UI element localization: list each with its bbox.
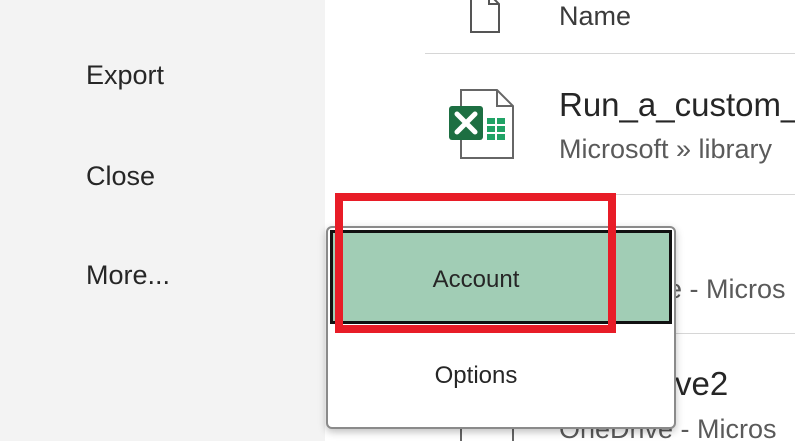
menu-item-options[interactable]: Options	[328, 328, 674, 424]
sidebar-item-close[interactable]: Close	[86, 160, 155, 192]
file-name: Run_a_custom_	[559, 86, 795, 123]
more-menu-popup: Account Options	[326, 226, 676, 429]
file-location: Microsoft » library	[559, 134, 773, 164]
file-name: ve2	[675, 365, 729, 402]
file-location: e - Micros	[667, 274, 786, 304]
column-header-name[interactable]: Name	[559, 0, 631, 32]
excel-file-icon	[449, 89, 514, 159]
header-divider	[425, 53, 795, 54]
backstage-sidebar: Export Close More...	[0, 0, 325, 441]
file-type-column-icon	[470, 0, 500, 33]
sidebar-item-more[interactable]: More...	[86, 259, 170, 291]
row-divider	[425, 194, 795, 195]
sidebar-item-export[interactable]: Export	[86, 59, 164, 91]
backstage-view: Export Close More... Name Run_a_custom_ …	[0, 0, 795, 441]
menu-item-account[interactable]: Account	[330, 230, 672, 324]
